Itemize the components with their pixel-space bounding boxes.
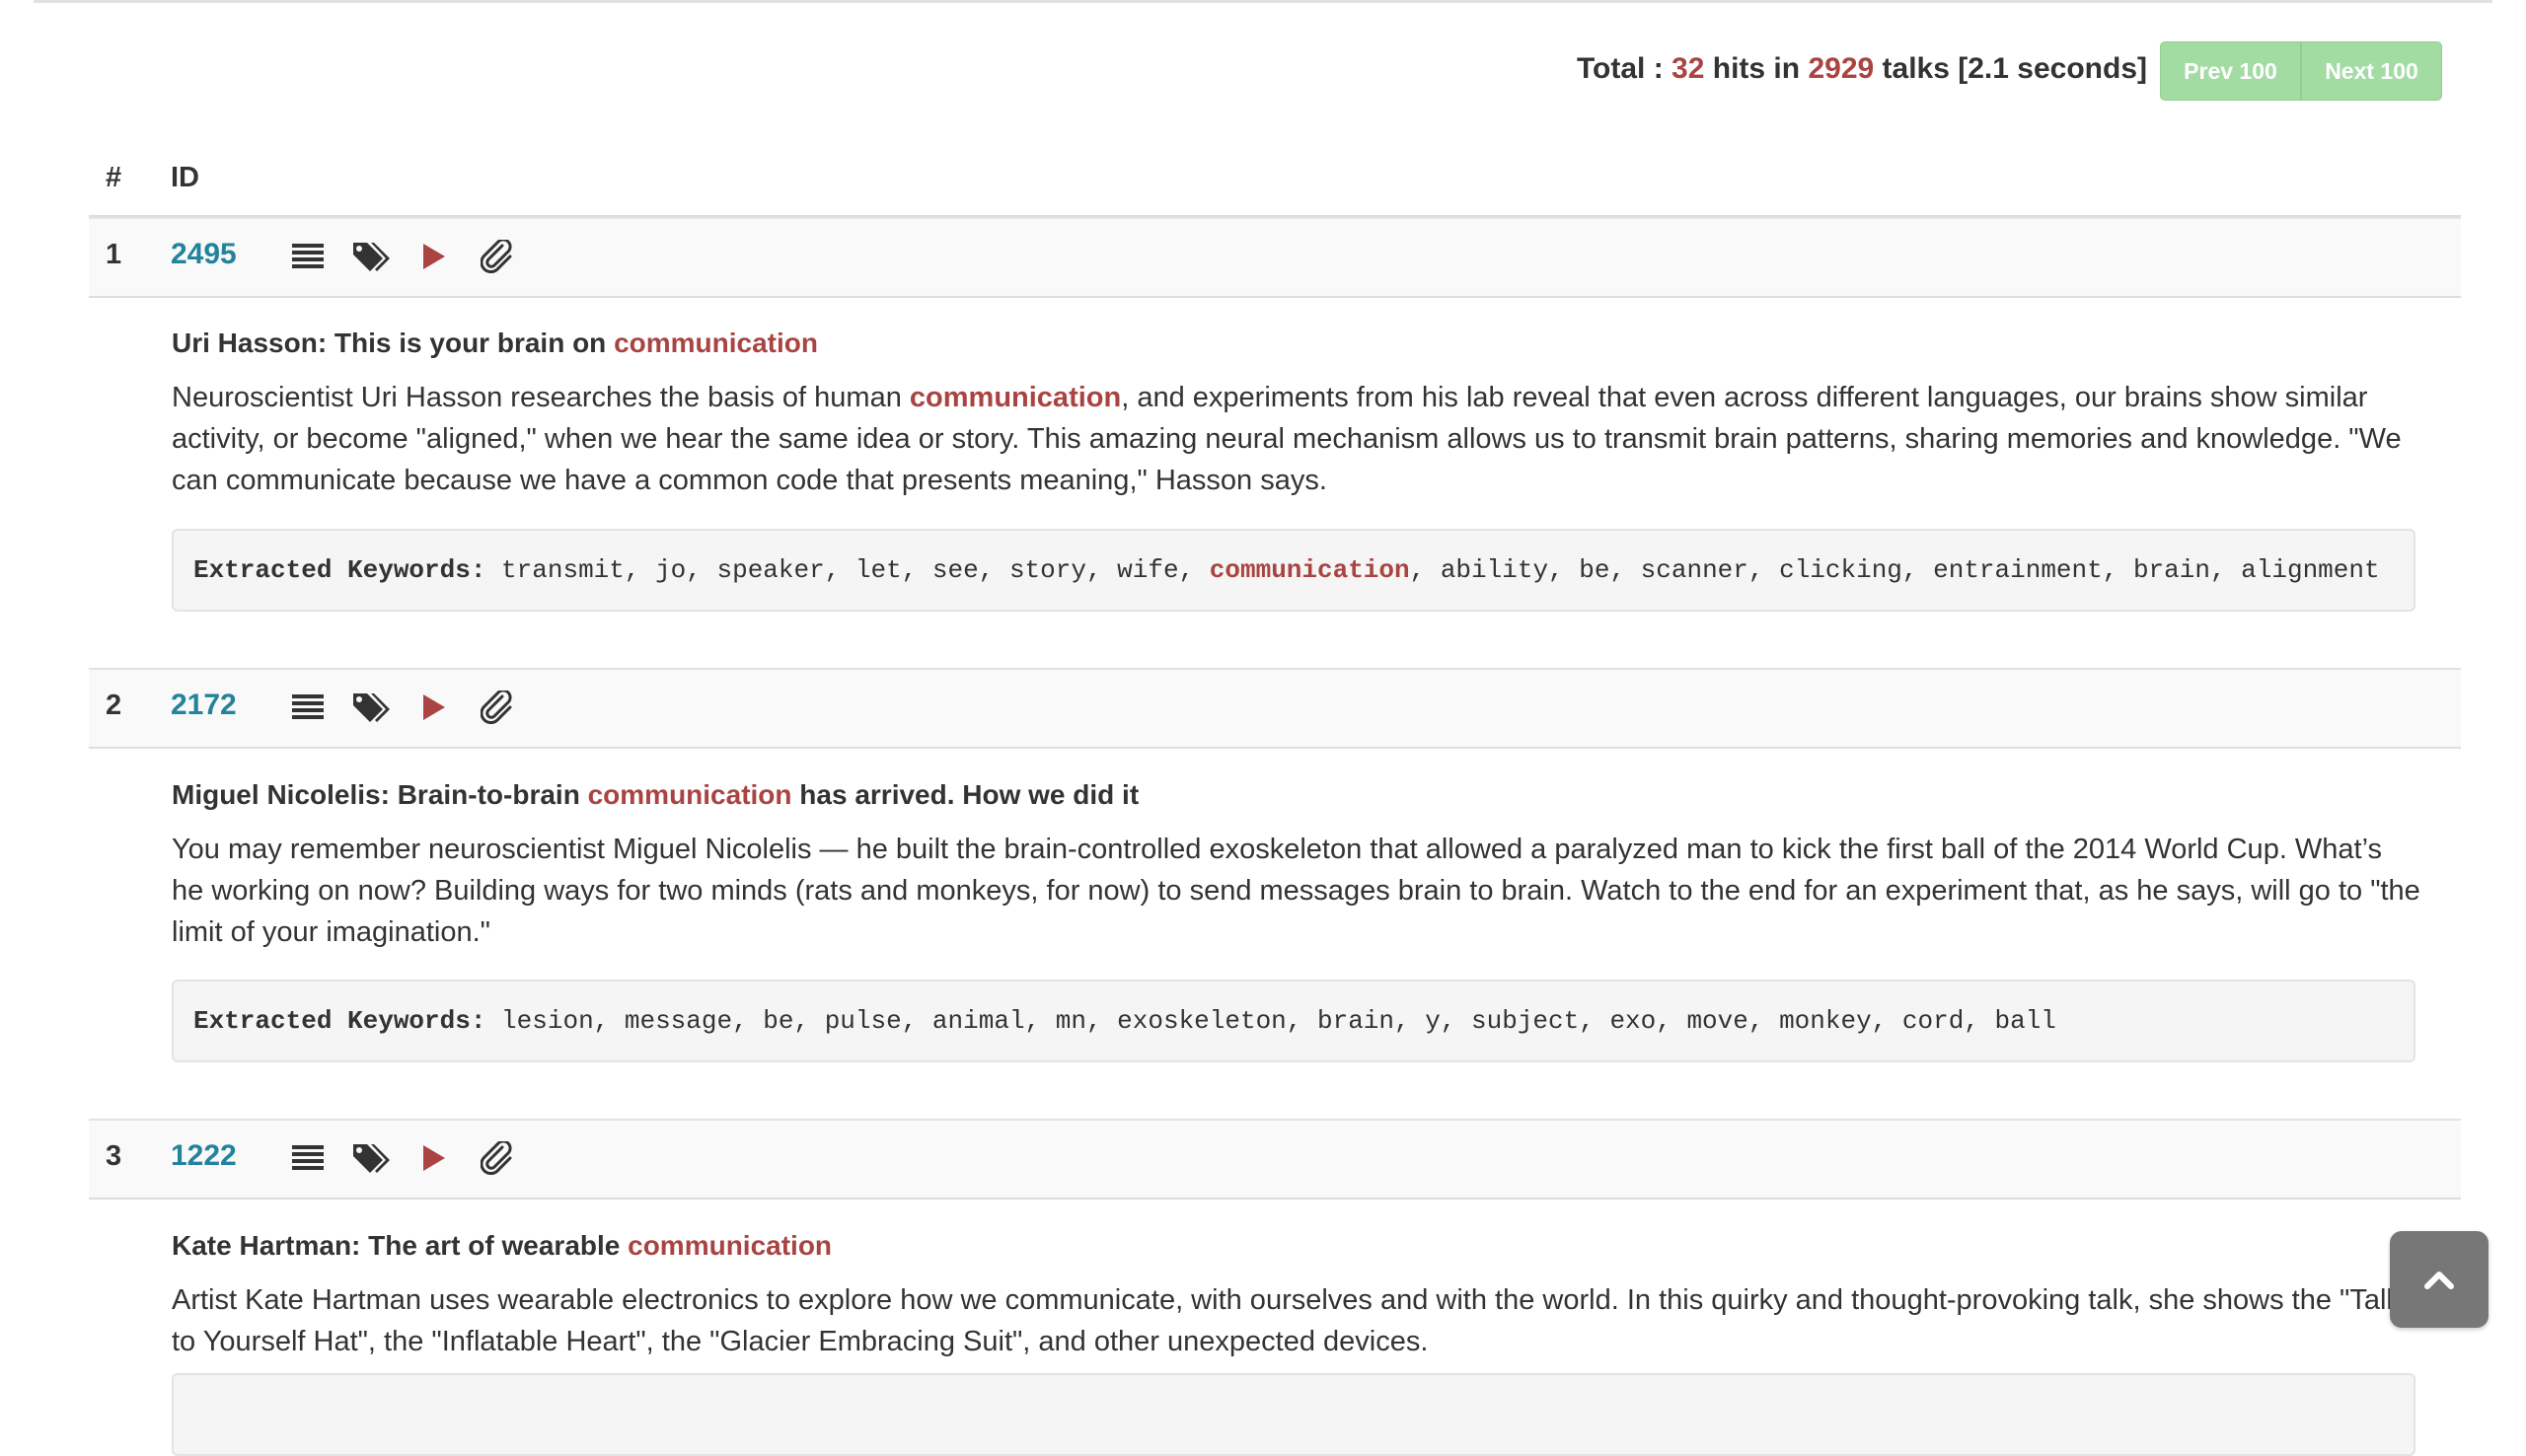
paperclip-icon[interactable] (476, 688, 519, 727)
talk-description: Neuroscientist Uri Hasson researches the… (172, 382, 2402, 496)
table-header: # ID (89, 148, 2461, 218)
list-icon[interactable] (286, 237, 330, 276)
talk-description: You may remember neuroscientist Miguel N… (172, 834, 2420, 948)
pagination: Prev 100 Next 100 (2160, 41, 2442, 101)
row-actions (286, 1138, 539, 1178)
hits-count: 32 (1672, 52, 1705, 85)
paperclip-icon[interactable] (476, 237, 519, 276)
results-summary: Total : 32 hits in 2929 talks [2.1 secon… (1577, 45, 2147, 93)
back-to-top-button[interactable] (2390, 1231, 2489, 1328)
talk-title: Miguel Nicolelis: Brain-to-brain communi… (172, 779, 1140, 810)
talks-count: 2929 (1808, 52, 1875, 85)
table-row: 3 1222 (89, 1119, 2461, 1200)
column-header-id: ID (171, 162, 199, 193)
title-highlight: communication (614, 328, 818, 358)
talk-id-link[interactable]: 1222 (171, 1139, 237, 1173)
top-divider (34, 0, 2492, 3)
hits-label: hits in (1712, 52, 1801, 85)
talk-id-link[interactable]: 2172 (171, 689, 237, 722)
play-icon[interactable] (412, 688, 456, 727)
tags-icon[interactable] (349, 688, 393, 727)
talk-title: Uri Hasson: This is your brain on commun… (172, 328, 818, 358)
row-number: 2 (106, 690, 122, 721)
row-number: 1 (106, 239, 122, 270)
play-icon[interactable] (412, 1138, 456, 1178)
extracted-keywords: Extracted Keywords: transmit, jo, speake… (172, 529, 2415, 612)
next-100-button[interactable]: Next 100 (2301, 41, 2442, 101)
talks-label: talks [2.1 seconds] (1882, 52, 2147, 85)
list-icon[interactable] (286, 688, 330, 727)
extracted-keywords (172, 1373, 2415, 1456)
tags-icon[interactable] (349, 237, 393, 276)
keywords-label: Extracted Keywords: (193, 555, 486, 585)
column-header-number: # (106, 162, 122, 193)
extracted-keywords: Extracted Keywords: lesion, message, be,… (172, 980, 2415, 1062)
title-highlight: communication (628, 1230, 833, 1261)
talk-title: Kate Hartman: The art of wearable commun… (172, 1230, 833, 1261)
row-actions (286, 688, 539, 727)
row-actions (286, 237, 539, 276)
paperclip-icon[interactable] (476, 1138, 519, 1178)
talk-id-link[interactable]: 2495 (171, 238, 237, 271)
keywords-label: Extracted Keywords: (193, 1006, 486, 1036)
list-icon[interactable] (286, 1138, 330, 1178)
talk-details: Kate Hartman: The art of wearable commun… (172, 1226, 2421, 1362)
talk-details: Uri Hasson: This is your brain on commun… (172, 324, 2421, 501)
play-icon[interactable] (412, 237, 456, 276)
table-row: 1 2495 (89, 217, 2461, 298)
description-highlight: communication (909, 382, 1122, 413)
row-number: 3 (106, 1140, 122, 1172)
total-label: Total : (1576, 52, 1664, 85)
prev-100-button[interactable]: Prev 100 (2160, 41, 2301, 101)
title-highlight: communication (587, 779, 792, 810)
talk-details: Miguel Nicolelis: Brain-to-brain communi… (172, 775, 2421, 953)
chevron-up-icon (2424, 1270, 2454, 1289)
table-row: 2 2172 (89, 668, 2461, 749)
keyword-highlight: communication (1209, 555, 1410, 585)
talk-description: Artist Kate Hartman uses wearable electr… (172, 1284, 2401, 1357)
tags-icon[interactable] (349, 1138, 393, 1178)
